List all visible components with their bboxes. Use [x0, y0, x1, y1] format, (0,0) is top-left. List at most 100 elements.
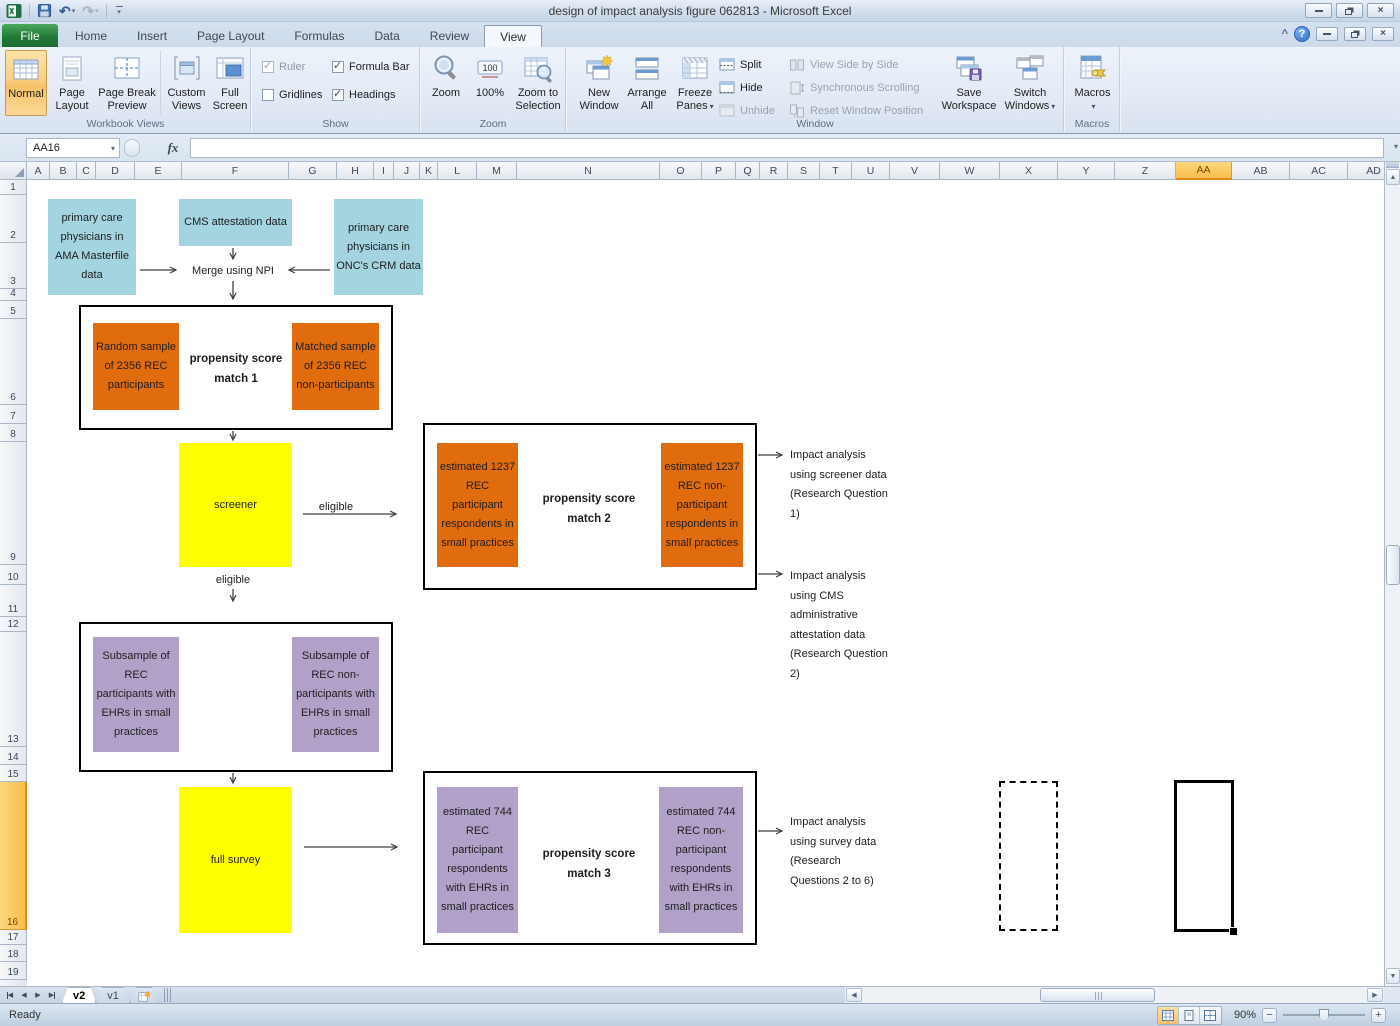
arrange-all-button[interactable]: Arrange All: [624, 50, 670, 116]
column-header-N[interactable]: N: [517, 162, 660, 180]
save-button[interactable]: [35, 2, 54, 20]
column-header-P[interactable]: P: [702, 162, 736, 180]
column-header-AA[interactable]: AA: [1176, 162, 1232, 180]
flow-box-cms-attestation[interactable]: CMS attestation data: [179, 199, 292, 246]
column-header-AC[interactable]: AC: [1290, 162, 1348, 180]
column-header-A[interactable]: A: [27, 162, 50, 180]
row-header-6[interactable]: 6: [0, 319, 27, 405]
row-header-19[interactable]: 19: [0, 962, 27, 980]
row-header-7[interactable]: 7: [0, 405, 27, 424]
name-box-dropdown-icon[interactable]: ▾: [111, 144, 119, 153]
zoom-slider[interactable]: [1283, 1014, 1365, 1016]
flow-box-ama-masterfile[interactable]: primary care physicians in AMA Masterfil…: [48, 199, 136, 295]
save-workspace-button[interactable]: Save Workspace: [940, 50, 998, 116]
zoom-out-button[interactable]: −: [1262, 1008, 1277, 1023]
status-normal-view-button[interactable]: [1158, 1007, 1179, 1024]
row-header-11[interactable]: 11: [0, 585, 27, 617]
flow-box-subsample-nonparticipants[interactable]: Subsample of REC non-participants with E…: [292, 637, 379, 752]
expand-formula-bar-icon[interactable]: ▾: [1394, 142, 1398, 151]
column-header-U[interactable]: U: [852, 162, 890, 180]
column-header-Z[interactable]: Z: [1115, 162, 1176, 180]
macros-button[interactable]: Macros▾: [1070, 50, 1115, 116]
restore-button[interactable]: [1336, 3, 1363, 18]
sheet-tab-v2[interactable]: v2: [62, 987, 96, 1003]
column-header-G[interactable]: G: [289, 162, 337, 180]
full-screen-button[interactable]: Full Screen: [210, 50, 250, 116]
scroll-right-button[interactable]: ▶: [1367, 988, 1383, 1002]
name-box[interactable]: AA16 ▾: [26, 138, 120, 158]
tab-split-handle[interactable]: [164, 988, 173, 1002]
column-header-T[interactable]: T: [820, 162, 852, 180]
tab-review[interactable]: Review: [415, 25, 484, 47]
zoom-in-button[interactable]: +: [1371, 1008, 1386, 1023]
row-header-9[interactable]: 9: [0, 442, 27, 565]
next-sheet-button[interactable]: ▶: [32, 989, 44, 1001]
flow-box-744-participants[interactable]: estimated 744 REC participant respondent…: [437, 787, 518, 933]
hide-button[interactable]: Hide: [719, 78, 763, 98]
tab-file[interactable]: File: [2, 24, 58, 47]
row-header-10[interactable]: 10: [0, 565, 27, 585]
flow-box-random-sample[interactable]: Random sample of 2356 REC participants: [93, 323, 179, 410]
workbook-close-button[interactable]: ×: [1372, 27, 1394, 41]
horizontal-scrollbar[interactable]: ◀ ▶: [845, 986, 1384, 1003]
zoom-100-button[interactable]: 100 100%: [469, 50, 511, 116]
first-sheet-button[interactable]: ◀: [4, 989, 16, 1001]
page-layout-view-button[interactable]: Page Layout: [49, 50, 95, 116]
scroll-up-button[interactable]: ▲: [1386, 169, 1400, 185]
column-header-W[interactable]: W: [940, 162, 1000, 180]
column-header-H[interactable]: H: [337, 162, 374, 180]
row-header-1[interactable]: 1: [0, 180, 27, 195]
column-header-O[interactable]: O: [660, 162, 702, 180]
column-header-E[interactable]: E: [135, 162, 182, 180]
vertical-scrollbar[interactable]: ▲ ▼: [1384, 162, 1400, 986]
flow-box-1237-nonparticipants[interactable]: estimated 1237 REC non-participant respo…: [661, 443, 743, 567]
freeze-panes-button[interactable]: Freeze Panes▾: [671, 50, 719, 116]
tab-data[interactable]: Data: [359, 25, 414, 47]
flow-box-full-survey[interactable]: full survey: [179, 787, 292, 933]
formula-bar-checkbox[interactable]: ✓ Formula Bar: [332, 61, 410, 73]
row-header-5[interactable]: 5: [0, 301, 27, 319]
row-header-2[interactable]: 2: [0, 195, 27, 243]
column-header-S[interactable]: S: [788, 162, 820, 180]
column-header-D[interactable]: D: [96, 162, 135, 180]
active-cell-selection[interactable]: [1174, 780, 1234, 932]
normal-view-button[interactable]: Normal: [5, 50, 47, 116]
workbook-restore-button[interactable]: [1344, 27, 1366, 41]
formula-input[interactable]: [190, 138, 1384, 158]
column-header-Y[interactable]: Y: [1058, 162, 1115, 180]
flow-box-onc-crm[interactable]: primary care physicians in ONC's CRM dat…: [334, 199, 423, 295]
insert-function-button[interactable]: fx: [160, 138, 186, 158]
switch-windows-button[interactable]: Switch Windows▾: [999, 50, 1061, 116]
insert-worksheet-tab[interactable]: [130, 987, 158, 1003]
zoom-slider-thumb[interactable]: [1319, 1009, 1329, 1022]
zoom-button[interactable]: Zoom: [425, 50, 467, 116]
select-all-corner[interactable]: [0, 162, 27, 180]
flow-box-1237-participants[interactable]: estimated 1237 REC participant responden…: [437, 443, 518, 567]
flow-label-merge-npi[interactable]: Merge using NPI: [177, 262, 289, 281]
collapse-ribbon-icon[interactable]: ^: [1282, 28, 1288, 40]
undo-button[interactable]: ↶ ▾: [57, 2, 77, 20]
column-header-J[interactable]: J: [394, 162, 420, 180]
status-zoom-level[interactable]: 90%: [1234, 1009, 1256, 1021]
status-page-layout-button[interactable]: [1179, 1007, 1200, 1024]
tab-insert[interactable]: Insert: [122, 25, 182, 47]
column-header-B[interactable]: B: [50, 162, 77, 180]
column-header-Q[interactable]: Q: [736, 162, 760, 180]
row-header-14[interactable]: 14: [0, 747, 27, 765]
tab-view[interactable]: View: [484, 25, 542, 47]
split-button[interactable]: Split: [719, 55, 761, 75]
column-header-AB[interactable]: AB: [1232, 162, 1290, 180]
sheet-tab-v1[interactable]: v1: [96, 987, 130, 1003]
tab-page-layout[interactable]: Page Layout: [182, 25, 279, 47]
row-header-4[interactable]: 4: [0, 289, 27, 301]
column-header-AD[interactable]: AD: [1348, 162, 1384, 180]
row-header-15[interactable]: 15: [0, 765, 27, 782]
row-header-18[interactable]: 18: [0, 945, 27, 962]
customize-qat-button[interactable]: ▾: [116, 6, 123, 16]
headings-checkbox[interactable]: ✓ Headings: [332, 89, 395, 101]
undo-dropdown-icon[interactable]: ▾: [72, 7, 76, 15]
last-sheet-button[interactable]: ▶: [46, 989, 58, 1001]
column-header-R[interactable]: R: [760, 162, 788, 180]
minimize-button[interactable]: [1305, 3, 1332, 18]
vertical-scroll-thumb[interactable]: [1386, 545, 1400, 585]
